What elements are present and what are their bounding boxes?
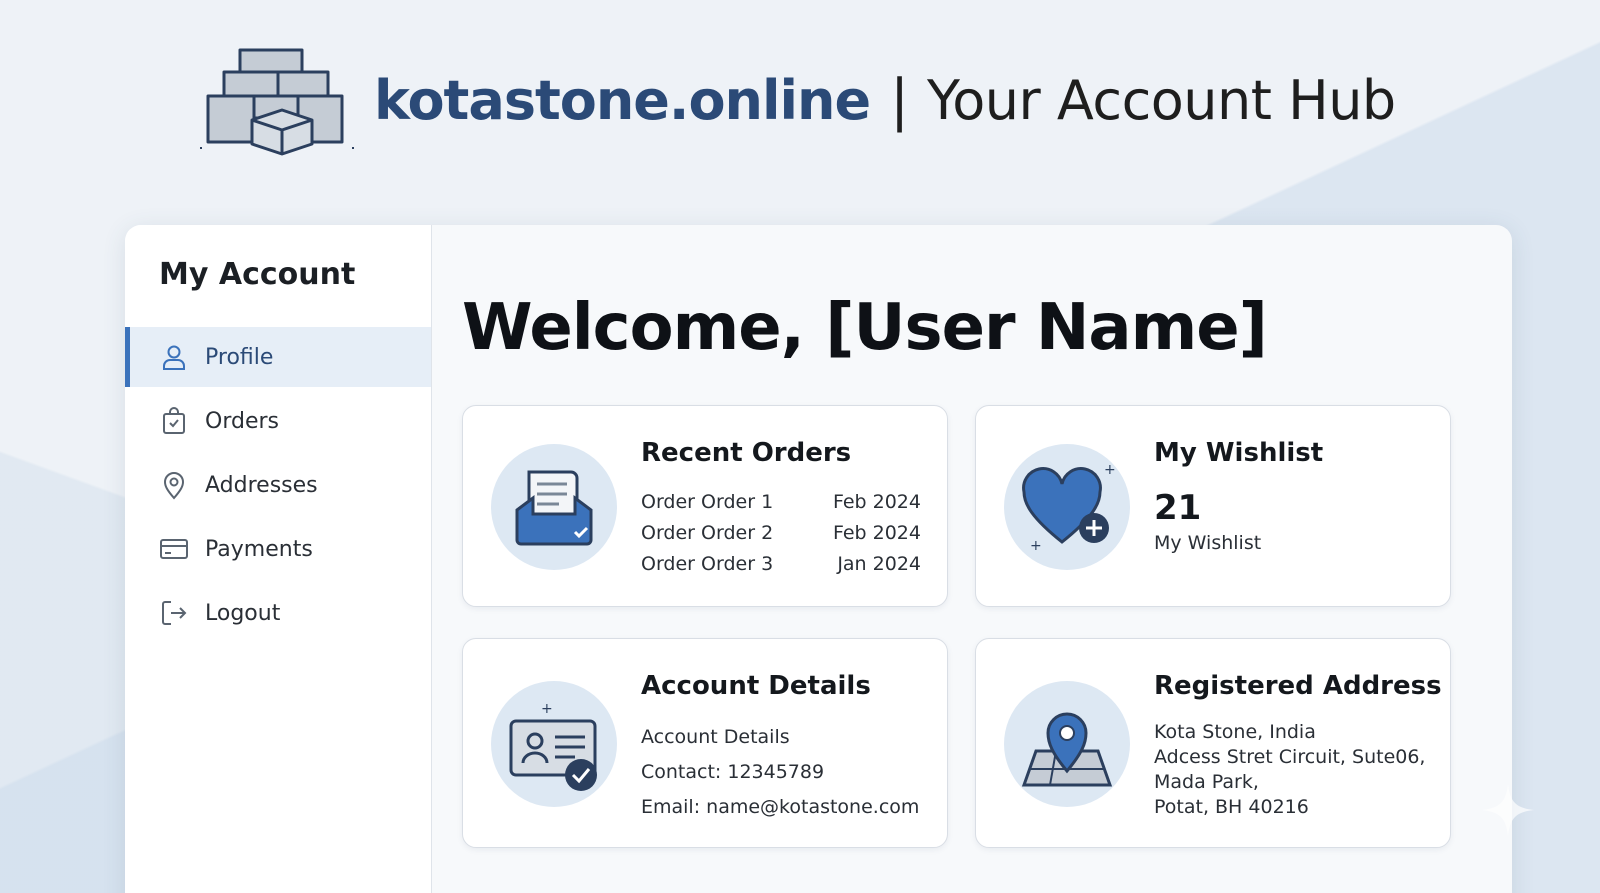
sidebar-title: My Account (159, 257, 356, 292)
wishlist-label: My Wishlist (1154, 532, 1262, 554)
sidebar-item-label: Logout (205, 600, 281, 626)
sidebar-item-logout[interactable]: Logout (125, 583, 431, 643)
address-line: Adcess Stret Circuit, Sute06, (1154, 745, 1426, 768)
sidebar-item-payments[interactable]: Payments (125, 519, 431, 579)
registered-address-title: Registered Address (1154, 671, 1442, 701)
order-date: Jan 2024 (837, 552, 921, 575)
sidebar-item-label: Profile (205, 344, 274, 370)
account-details-line: Account Details (641, 725, 790, 748)
address-line: Mada Park, (1154, 770, 1259, 793)
wishlist-title: My Wishlist (1154, 438, 1324, 468)
sparkle-icon (1482, 784, 1534, 836)
order-name: Order Order 1 (641, 490, 774, 513)
wishlist-card[interactable]: + + My Wishlist 21 My Wishlist (975, 405, 1451, 607)
sidebar-nav: Profile Orders Addresses Payments Logout (125, 327, 431, 647)
user-icon (159, 342, 189, 372)
address-line: Kota Stone, India (1154, 720, 1316, 743)
logout-icon (159, 598, 189, 628)
site-header: kotastone.online | Your Account Hub (200, 40, 1396, 160)
header-separator: | (890, 67, 909, 133)
orders-list: Order Order 1 Feb 2024 Order Order 2 Feb… (641, 486, 921, 579)
order-date: Feb 2024 (832, 490, 921, 513)
account-details-list: Account Details Contact: 12345789 Email:… (641, 719, 919, 824)
page-title: Welcome, [User Name] (462, 291, 1268, 365)
order-date: Feb 2024 (832, 521, 921, 544)
account-contact: Contact: 12345789 (641, 760, 825, 783)
sidebar: My Account Profile Orders Addresses Paym… (125, 225, 432, 893)
list-item[interactable]: Order Order 1 Feb 2024 (641, 486, 921, 517)
sidebar-item-label: Payments (205, 536, 313, 562)
stone-blocks-logo-icon (200, 48, 356, 156)
sidebar-item-profile[interactable]: Profile (125, 327, 431, 387)
sidebar-item-orders[interactable]: Orders (125, 391, 431, 451)
id-card-check-icon: + (491, 681, 617, 807)
account-details-title: Account Details (641, 671, 871, 701)
sidebar-item-label: Orders (205, 408, 279, 434)
account-panel: My Account Profile Orders Addresses Paym… (125, 225, 1512, 893)
recent-orders-card[interactable]: Recent Orders Order Order 1 Feb 2024 Ord… (462, 405, 948, 607)
brand-name[interactable]: kotastone.online (374, 69, 871, 132)
sidebar-item-label: Addresses (205, 472, 318, 498)
shopping-bag-icon (159, 406, 189, 436)
address-lines: Kota Stone, India Adcess Stret Circuit, … (1154, 719, 1425, 819)
inbox-document-icon (491, 444, 617, 570)
svg-text:+: + (541, 701, 553, 717)
recent-orders-title: Recent Orders (641, 438, 852, 468)
wishlist-count: 21 (1154, 488, 1202, 528)
list-item[interactable]: Order Order 2 Feb 2024 (641, 517, 921, 548)
order-name: Order Order 2 (641, 521, 774, 544)
map-pin-icon (159, 470, 189, 500)
header-tagline: Your Account Hub (926, 68, 1396, 132)
list-item[interactable]: Order Order 3 Jan 2024 (641, 548, 921, 579)
account-details-card[interactable]: + Account Details Account Details Contac… (462, 638, 948, 848)
svg-text:+: + (1104, 462, 1116, 478)
main-content: Welcome, [User Name] Recent Orders Order… (432, 225, 1512, 893)
account-email: Email: name@kotastone.com (641, 795, 920, 818)
credit-card-icon (159, 534, 189, 564)
sidebar-item-addresses[interactable]: Addresses (125, 455, 431, 515)
order-name: Order Order 3 (641, 552, 774, 575)
registered-address-card[interactable]: Registered Address Kota Stone, India Adc… (975, 638, 1451, 848)
address-line: Potat, BH 40216 (1154, 795, 1309, 818)
heart-plus-icon: + + (1004, 444, 1130, 570)
svg-text:+: + (1030, 538, 1042, 554)
map-location-icon (1004, 681, 1130, 807)
